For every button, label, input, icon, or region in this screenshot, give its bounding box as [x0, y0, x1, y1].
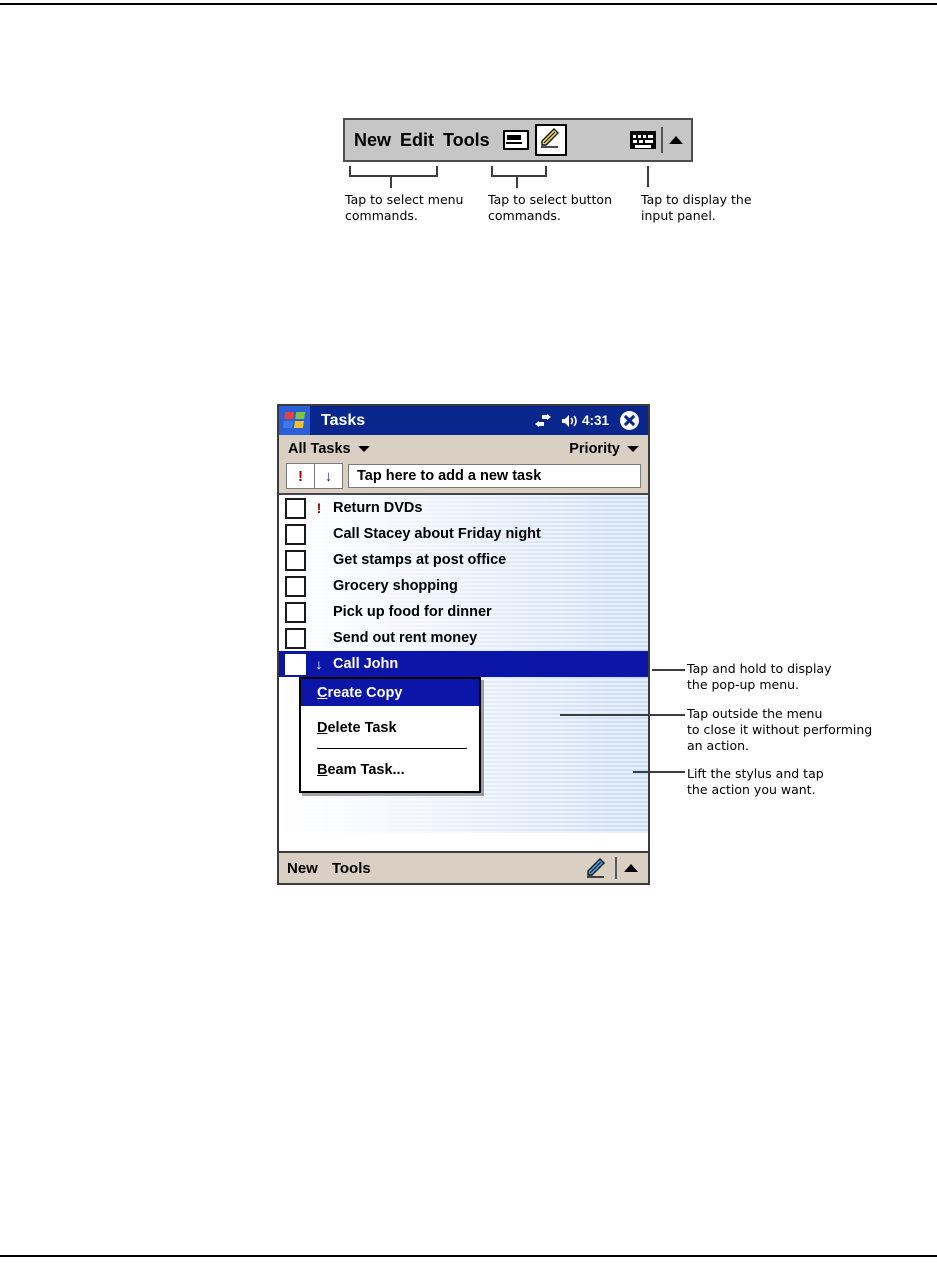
chevron-down-icon	[357, 445, 370, 452]
task-priority-icon: !	[316, 500, 322, 516]
task-list: ! Return DVDs Call Stacey about Friday n…	[279, 493, 648, 833]
toolbar-divider	[661, 127, 663, 153]
task-checkbox[interactable]	[285, 497, 306, 519]
task-checkbox[interactable]	[285, 523, 306, 545]
recorder-icon[interactable]	[502, 130, 529, 150]
menu-edit[interactable]: Edit	[400, 130, 434, 151]
callout-line-lift-stylus	[633, 771, 685, 773]
priority-low-button[interactable]: ↓	[314, 463, 343, 489]
pda-screen: Tasks 4:31 All Tasks Priority ! ↓ Tap he…	[277, 404, 650, 885]
table-row[interactable]: Grocery shopping	[279, 573, 648, 599]
task-title: Call John	[333, 656, 399, 672]
pencil-button[interactable]	[534, 124, 567, 156]
callout-line-popup-menu	[652, 669, 685, 671]
task-title: Pick up food for dinner	[333, 604, 492, 620]
callout-button-commands: Tap to select button commands.	[488, 192, 612, 223]
new-task-input[interactable]: Tap here to add a new task	[348, 464, 641, 488]
table-row-selected[interactable]: ↓ Call John	[279, 651, 648, 677]
menu-spacer	[301, 706, 479, 714]
callout-close-menu: Tap outside the menu to close it without…	[687, 706, 873, 753]
menu-spacer	[301, 783, 479, 791]
callout-line-input-panel	[647, 166, 649, 187]
volume-icon[interactable]	[561, 414, 578, 428]
task-priority-icon: ↓	[315, 656, 323, 672]
pda-add-task-row: ! ↓ Tap here to add a new task	[279, 462, 648, 493]
menu-item-beam-task[interactable]: Beam Task...	[301, 756, 479, 783]
pda-titlebar: Tasks 4:31	[279, 406, 648, 435]
task-title: Get stamps at post office	[333, 552, 507, 568]
task-title: Call Stacey about Friday night	[333, 526, 541, 542]
task-checkbox[interactable]	[285, 549, 306, 571]
command-bar: New Edit Tools	[343, 118, 693, 162]
sort-dropdown[interactable]: Priority	[569, 441, 639, 457]
filter-dropdown[interactable]: All Tasks	[288, 441, 370, 457]
table-row[interactable]: ! Return DVDs	[279, 495, 648, 521]
pda-bottom-toolbar: New Tools	[279, 851, 648, 883]
callout-line-close-menu	[560, 714, 685, 716]
table-row[interactable]: Pick up food for dinner	[279, 599, 648, 625]
callout-menu-commands: Tap to select menu commands.	[345, 192, 464, 223]
menu-separator	[317, 748, 467, 749]
menu-item-create-copy[interactable]: Create Copy	[301, 679, 479, 706]
table-row[interactable]: Send out rent money	[279, 625, 648, 651]
menu-accel-key: C	[317, 684, 328, 701]
table-row[interactable]: Call Stacey about Friday night	[279, 521, 648, 547]
bottom-menu-tools[interactable]: Tools	[332, 860, 371, 877]
callout-input-panel: Tap to display the input panel.	[641, 192, 752, 223]
menu-accel-key: B	[317, 761, 328, 778]
callout-bracket-menu	[349, 166, 438, 177]
command-bar-figure: New Edit Tools	[343, 118, 693, 162]
filter-label: All Tasks	[288, 440, 351, 457]
callout-tick-menu	[390, 175, 392, 188]
page-rule-top	[0, 3, 937, 5]
priority-high-button[interactable]: !	[286, 463, 314, 489]
task-title: Grocery shopping	[333, 578, 458, 594]
pda-status-group: 4:31	[534, 411, 648, 430]
context-menu: Create Copy Delete Task Beam Task...	[299, 677, 481, 793]
task-checkbox[interactable]	[285, 601, 306, 623]
command-bar-right-group	[630, 127, 685, 153]
close-icon[interactable]	[620, 411, 639, 430]
keyboard-icon[interactable]	[630, 131, 656, 149]
windows-start-icon[interactable]	[279, 406, 310, 435]
page-rule-bottom	[0, 1255, 937, 1257]
chevron-up-icon[interactable]	[669, 136, 683, 144]
bottom-menu-new[interactable]: New	[287, 860, 318, 877]
pencil-icon[interactable]	[583, 856, 607, 880]
connectivity-icon[interactable]	[534, 413, 552, 428]
pencil-icon	[540, 128, 559, 148]
task-title: Return DVDs	[333, 500, 423, 516]
chevron-up-icon[interactable]	[624, 864, 638, 872]
pda-filterbar: All Tasks Priority	[279, 435, 648, 462]
windows-flag	[282, 412, 306, 429]
task-title: Send out rent money	[333, 630, 478, 646]
task-checkbox[interactable]	[285, 627, 306, 649]
sort-label: Priority	[569, 440, 620, 457]
callout-lift-stylus: Lift the stylus and tap the action you w…	[687, 766, 824, 797]
table-row[interactable]: Get stamps at post office	[279, 547, 648, 573]
callout-popup-menu: Tap and hold to display the pop-up menu.	[687, 661, 832, 692]
menu-item-label: reate Copy	[327, 684, 403, 701]
chevron-down-icon	[627, 445, 639, 452]
callout-tick-button	[516, 175, 518, 188]
menu-tools[interactable]: Tools	[443, 130, 490, 151]
menu-item-delete-task[interactable]: Delete Task	[301, 714, 479, 741]
menu-accel-key: D	[317, 719, 328, 736]
pda-clock: 4:31	[581, 413, 609, 428]
menu-new[interactable]: New	[354, 130, 391, 151]
bottom-toolbar-right-group	[583, 856, 640, 880]
callout-bracket-button	[491, 166, 547, 177]
menu-item-label: elete Task	[327, 719, 397, 736]
toolbar-divider	[615, 857, 617, 879]
menu-item-label: eam Task...	[327, 761, 405, 778]
pda-title: Tasks	[321, 411, 366, 429]
task-checkbox[interactable]	[285, 653, 306, 675]
task-checkbox[interactable]	[285, 575, 306, 597]
